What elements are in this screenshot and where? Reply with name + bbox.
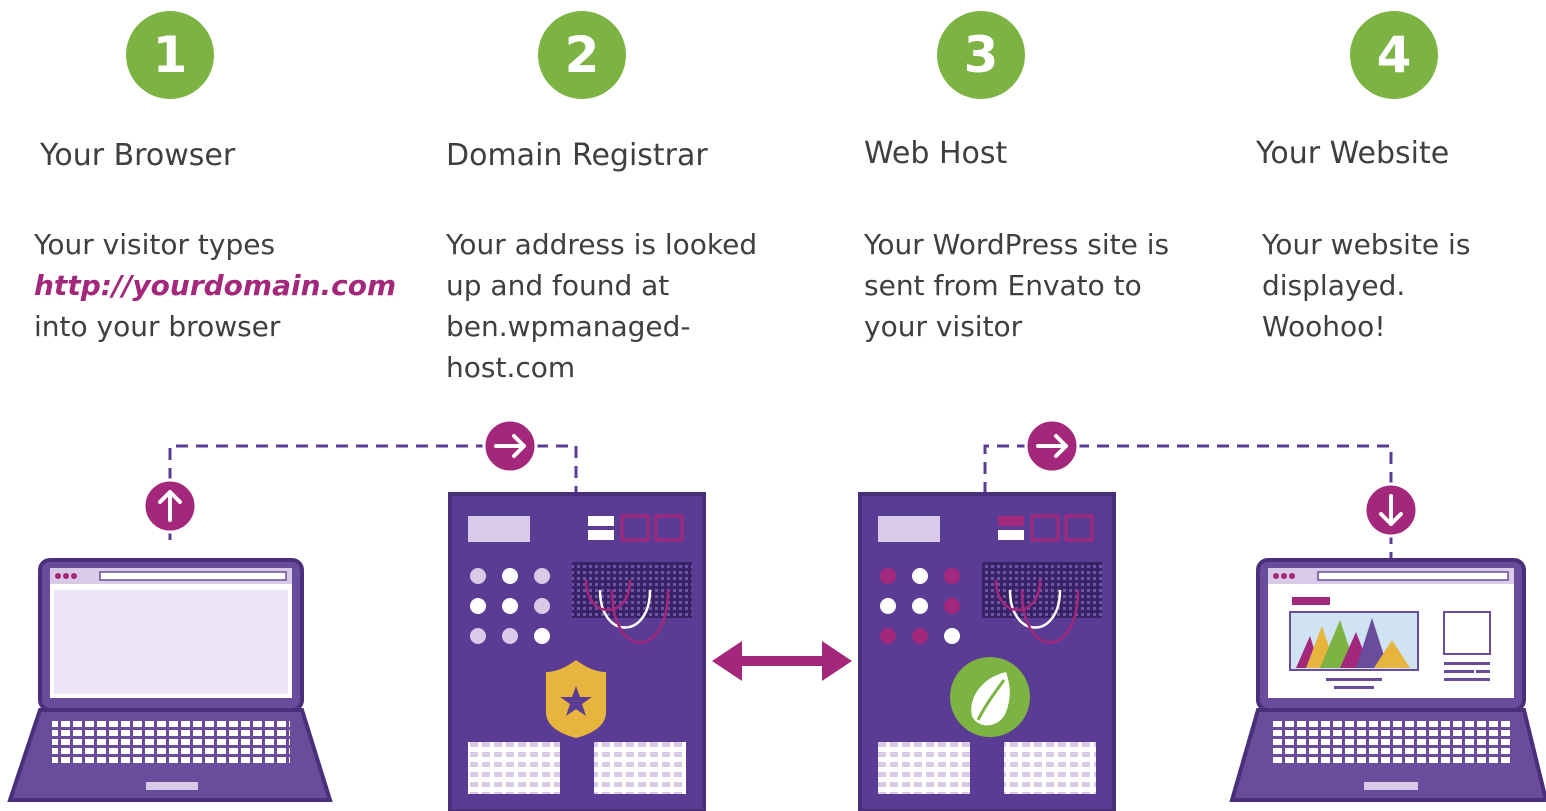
up-arrow-icon — [142, 478, 198, 534]
envato-leaf-icon — [950, 657, 1030, 737]
server-registrar — [448, 492, 706, 811]
right-arrow-icon — [1024, 418, 1080, 474]
double-arrow-icon — [712, 641, 852, 681]
server-webhost — [858, 492, 1116, 811]
laptop-right — [1229, 558, 1546, 802]
shield-star-icon — [546, 660, 606, 738]
right-arrow-icon — [482, 418, 538, 474]
laptop-left — [7, 558, 333, 802]
down-arrow-icon — [1363, 482, 1419, 538]
flow-illustration — [7, 418, 1546, 811]
